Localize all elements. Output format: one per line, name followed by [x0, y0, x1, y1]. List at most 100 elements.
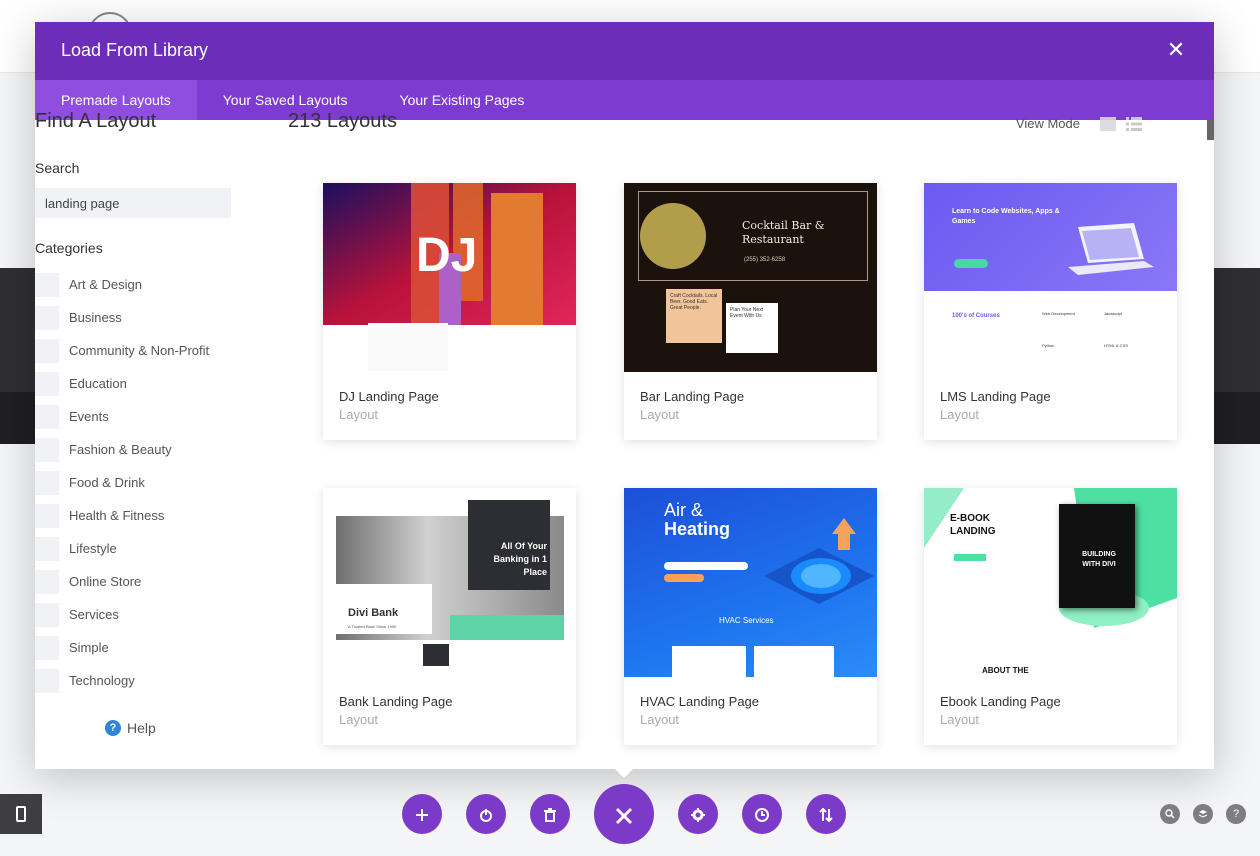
category-checkbox[interactable] — [35, 371, 59, 396]
mobile-preview-button[interactable] — [0, 794, 42, 834]
category-simple[interactable]: Simple — [35, 631, 209, 664]
category-label: Art & Design — [69, 277, 142, 292]
lms-thumb-feature-2: Javascript — [1104, 311, 1123, 316]
layout-name: Ebook Landing Page — [940, 694, 1061, 709]
category-checkbox[interactable] — [35, 668, 59, 693]
settings-button[interactable] — [678, 794, 718, 834]
layout-name: Bar Landing Page — [640, 389, 745, 404]
sidebar-title: Find A Layout — [35, 110, 157, 132]
grid-view-icon[interactable] — [1100, 116, 1116, 131]
search-label: Search — [35, 160, 80, 176]
category-food-drink[interactable]: Food & Drink — [35, 466, 209, 499]
add-button[interactable] — [402, 794, 442, 834]
category-label: Fashion & Beauty — [69, 442, 172, 457]
category-label: Technology — [69, 673, 135, 688]
layout-thumbnail: Learn to Code Websites, Apps & Games 100… — [924, 183, 1177, 372]
category-label: Services — [69, 607, 119, 622]
layers-button[interactable] — [1193, 804, 1213, 824]
lms-thumb-feature-1: Web Development — [1042, 311, 1075, 316]
category-lifestyle[interactable]: Lifestyle — [35, 532, 209, 565]
hvac-thumb-heading-2: Heating — [664, 519, 731, 539]
category-checkbox[interactable] — [35, 536, 59, 561]
close-icon[interactable]: ✕ — [1164, 38, 1188, 62]
bank-thumb-green-bar — [450, 615, 564, 640]
list-view-icon[interactable] — [1126, 116, 1142, 131]
layers-icon — [1198, 810, 1208, 818]
category-education[interactable]: Education — [35, 367, 209, 400]
help-button[interactable]: ? — [1226, 804, 1246, 824]
category-community[interactable]: Community & Non-Profit — [35, 334, 209, 367]
results-scrollbar[interactable] — [1207, 120, 1214, 140]
category-technology[interactable]: Technology — [35, 664, 209, 697]
ebook-thumb-about: ABOUT THE — [982, 666, 1029, 675]
category-health-fitness[interactable]: Health & Fitness — [35, 499, 209, 532]
layout-thumbnail: Air & Heating HVAC Services — [624, 488, 877, 677]
hvac-thumb-input — [664, 562, 748, 570]
layout-type: Layout — [339, 407, 379, 422]
layout-card-lms[interactable]: Learn to Code Websites, Apps & Games 100… — [924, 183, 1177, 440]
category-checkbox[interactable] — [35, 635, 59, 660]
ebook-thumb-heading: E-BOOK LANDING — [950, 513, 996, 537]
category-art-design[interactable]: Art & Design — [35, 268, 209, 301]
layout-type: Layout — [940, 712, 980, 727]
close-toolbar-button[interactable] — [594, 784, 654, 844]
category-checkbox[interactable] — [35, 272, 59, 297]
add-icon — [416, 809, 428, 822]
gear-icon — [691, 808, 705, 823]
delete-button[interactable] — [530, 794, 570, 834]
category-business[interactable]: Business — [35, 301, 209, 334]
category-label: Business — [69, 310, 122, 325]
hvac-unit-art — [764, 518, 874, 604]
category-events[interactable]: Events — [35, 400, 209, 433]
category-checkbox[interactable] — [35, 404, 59, 429]
category-label: Lifestyle — [69, 541, 117, 556]
bank-thumb-tag: A Trusted Bank Since 1990 — [348, 624, 397, 629]
layout-thumbnail: DJ — [323, 183, 576, 372]
hvac-thumb-sub: HVAC Services — [719, 616, 774, 625]
layout-card-ebook[interactable]: E-BOOK LANDING BUILDING WITH DIVI ABOUT … — [924, 488, 1177, 745]
history-button[interactable] — [742, 794, 782, 834]
category-checkbox[interactable] — [35, 305, 59, 330]
search-icon — [1165, 809, 1175, 819]
category-fashion-beauty[interactable]: Fashion & Beauty — [35, 433, 209, 466]
portability-button[interactable] — [806, 794, 846, 834]
help-label: Help — [127, 720, 156, 736]
category-list: Art & Design Business Community & Non-Pr… — [35, 268, 209, 697]
help-icon: ? — [105, 720, 121, 736]
category-label: Education — [69, 376, 127, 391]
category-checkbox[interactable] — [35, 569, 59, 594]
category-online-store[interactable]: Online Store — [35, 565, 209, 598]
categories-label: Categories — [35, 240, 103, 256]
category-label: Online Store — [69, 574, 142, 589]
bar-thumb-cocktail — [640, 203, 706, 269]
category-checkbox[interactable] — [35, 503, 59, 528]
trash-icon — [544, 808, 556, 823]
lms-thumb-sub: 100's of Courses — [952, 313, 1000, 319]
category-services[interactable]: Services — [35, 598, 209, 631]
layout-card-dj[interactable]: DJ DJ Landing Page Layout — [323, 183, 576, 440]
search-button[interactable] — [1160, 804, 1180, 824]
bank-thumb-dark-chip — [423, 644, 449, 666]
category-checkbox[interactable] — [35, 470, 59, 495]
bank-thumb-heading: All Of Your Banking in 1 Place — [493, 541, 547, 577]
help-link[interactable]: ? Help — [105, 720, 156, 736]
layout-name: LMS Landing Page — [940, 389, 1051, 404]
bar-thumb-phone: (255) 352-6258 — [744, 257, 786, 263]
search-input[interactable] — [35, 188, 231, 218]
layout-thumbnail: Cocktail Bar & Restaurant (255) 352-6258… — [624, 183, 877, 372]
power-icon — [480, 809, 492, 823]
toolbar-notch — [614, 768, 634, 778]
category-checkbox[interactable] — [35, 338, 59, 363]
bank-thumb-brand: Divi Bank — [348, 607, 399, 619]
layout-card-hvac[interactable]: Air & Heating HVAC Services HVAC Landing… — [624, 488, 877, 745]
bar-thumb-heading: Cocktail Bar & Restaurant — [742, 219, 825, 246]
hvac-thumb-card-2 — [754, 646, 834, 677]
layout-card-bar[interactable]: Cocktail Bar & Restaurant (255) 352-6258… — [624, 183, 877, 440]
layout-type: Layout — [339, 712, 379, 727]
category-checkbox[interactable] — [35, 437, 59, 462]
layout-card-bank[interactable]: All Of Your Banking in 1 Place Divi Bank… — [323, 488, 576, 745]
layout-type: Layout — [640, 407, 680, 422]
power-button[interactable] — [466, 794, 506, 834]
bar-thumb-card-2: Plan Your Next Event With Us — [726, 303, 778, 353]
category-checkbox[interactable] — [35, 602, 59, 627]
